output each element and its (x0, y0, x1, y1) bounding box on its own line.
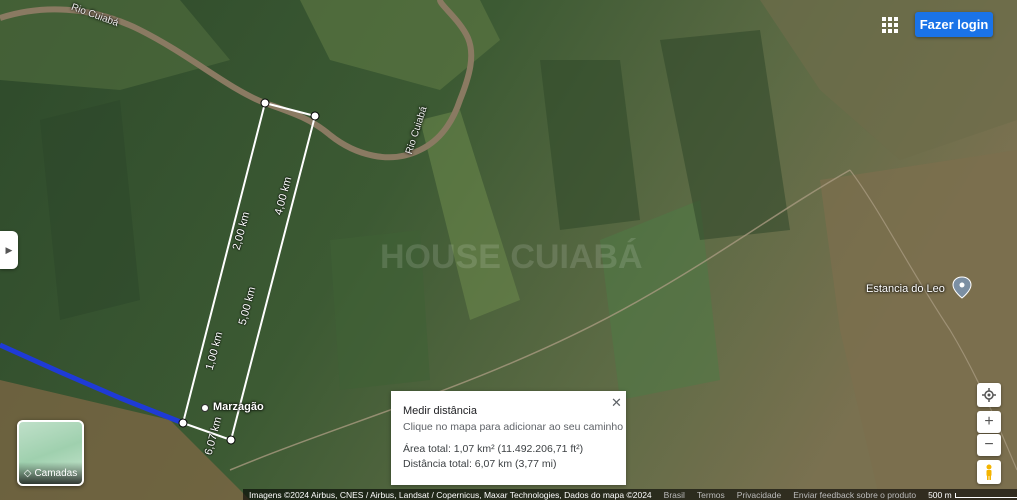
scale-control[interactable]: 500 m (922, 490, 1017, 500)
country-link[interactable]: Brasil (658, 490, 691, 500)
apps-grid-icon[interactable] (880, 15, 900, 35)
measure-area: Área total: 1,07 km² (11.492.206,71 ft²) (403, 443, 584, 455)
terms-link[interactable]: Termos (691, 490, 731, 500)
layers-icon: ◇ (23, 467, 32, 479)
measure-point[interactable] (178, 418, 188, 428)
zoom-out-icon[interactable]: − (977, 434, 1001, 456)
measure-point[interactable] (310, 111, 320, 121)
pegman-icon[interactable] (977, 460, 1001, 484)
place-label-estancia[interactable]: Estancia do Leo (866, 283, 945, 295)
measure-title: Medir distância (403, 405, 477, 417)
place-dot-icon (201, 404, 209, 412)
close-icon[interactable]: ✕ (611, 395, 622, 411)
zoom-in-icon[interactable]: + (977, 411, 1001, 433)
layers-button[interactable]: ◇ Camadas (17, 420, 84, 486)
scale-bar (954, 492, 1017, 498)
my-location-icon[interactable] (977, 383, 1001, 407)
login-button[interactable]: Fazer login (915, 12, 993, 37)
attribution-bar: Imagens ©2024 Airbus, CNES / Airbus, Lan… (243, 489, 1017, 500)
feedback-link[interactable]: Enviar feedback sobre o produto (787, 490, 922, 500)
place-label-marzagao[interactable]: Marzagão (213, 401, 264, 413)
imagery-credit: Imagens ©2024 Airbus, CNES / Airbus, Lan… (249, 489, 652, 500)
measure-hint: Clique no mapa para adicionar ao seu cam… (403, 421, 624, 433)
privacy-link[interactable]: Privacidade (731, 490, 787, 500)
expand-panel-icon[interactable]: ▶ (0, 231, 18, 269)
scale-label: 500 m (928, 489, 952, 500)
measure-point[interactable] (226, 435, 236, 445)
measure-point[interactable] (260, 98, 270, 108)
layers-label: Camadas (34, 467, 78, 479)
measure-distance-panel: Medir distância Clique no mapa para adic… (391, 391, 626, 485)
measure-distance: Distância total: 6,07 km (3,77 mi) (403, 458, 557, 470)
watermark-text: HOUSE CUIABÁ (380, 238, 643, 276)
